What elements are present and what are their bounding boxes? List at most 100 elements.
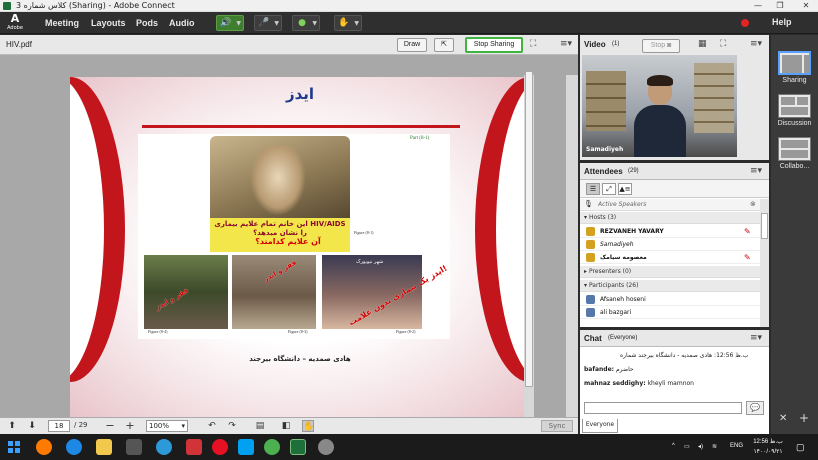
chevron-down-icon: ▼ [274, 20, 279, 27]
host-icon [586, 240, 595, 249]
participant-icon [586, 308, 595, 317]
send-message-button[interactable]: 💬 [746, 401, 764, 415]
settings-icon[interactable]: ✕ [779, 413, 787, 424]
page-number-input[interactable]: 18 [48, 420, 70, 432]
fullscreen-icon[interactable]: ⛶ [720, 39, 726, 49]
windows-start-icon[interactable] [8, 441, 20, 453]
expand-view-icon[interactable]: ⤢ [602, 183, 616, 195]
zoom-out-icon[interactable]: − [104, 420, 116, 432]
menu-meeting[interactable]: Meeting [45, 16, 79, 30]
layout-sharing-thumb[interactable] [778, 51, 811, 75]
volume-icon[interactable]: ◂) [698, 443, 703, 450]
attendee-name: Afsaneh hoseni [600, 296, 646, 303]
layout-collaboration-thumb[interactable] [778, 137, 811, 161]
layout-sharing-label[interactable]: Sharing [771, 77, 818, 84]
adobe-logo-text: Adobe [7, 25, 23, 31]
layout-collaboration-label[interactable]: Collabo... [771, 163, 818, 170]
tray-chevron-icon[interactable]: ^ [672, 443, 675, 449]
grid-icon[interactable]: ▦ [698, 39, 707, 49]
raise-hand-icon: ✋ [338, 18, 350, 28]
chevron-down-icon: ▾ [181, 422, 185, 430]
sync-button[interactable]: Sync [541, 420, 573, 432]
adobe-logo-mark: A [10, 12, 20, 25]
menu-layouts[interactable]: Layouts [91, 16, 126, 30]
outer-scrollbar[interactable] [566, 75, 578, 437]
share-pod: HIV.pdf Draw ⇱ Stop Sharing ⛶ ≡▾ ایدز ای… [0, 35, 578, 437]
chevron-down-icon: ▼ [312, 20, 317, 27]
maximize-button[interactable]: ❐ [772, 0, 788, 12]
hosts-section[interactable]: ▾ Hosts (3) [580, 212, 760, 224]
chevron-right-icon: ▸ [584, 268, 588, 275]
stop-video-button[interactable]: Stop ◙ [642, 39, 680, 53]
fullscreen-icon[interactable]: ⛶ [530, 39, 536, 49]
attendee-row[interactable]: معصومه سیامک ✎ [580, 251, 760, 264]
scroll-thumb[interactable] [525, 71, 533, 387]
file-explorer-icon[interactable] [96, 439, 112, 455]
wifi-icon[interactable]: ≋ [712, 443, 717, 450]
close-button[interactable]: ✕ [798, 0, 814, 12]
edge-icon[interactable] [156, 439, 172, 455]
arrow-up-icon[interactable]: ⬆ [6, 420, 18, 432]
attendee-row[interactable]: ali bazgari [580, 306, 760, 319]
menu-bar: A Adobe Meeting Layouts Pods Audio 🔊 ▼ 🎤 ▼… [0, 12, 818, 34]
layout-discussion-thumb[interactable] [778, 94, 811, 118]
settings-icon[interactable] [318, 439, 334, 455]
part-label: Part (8-1) [410, 136, 430, 141]
media-player-icon[interactable] [126, 439, 142, 455]
opera-icon[interactable] [212, 439, 228, 455]
minimize-button[interactable]: — [750, 0, 766, 12]
attendee-row[interactable]: REZVANEH YAVARY ✎ [580, 225, 760, 238]
attendee-row[interactable]: Afsaneh hoseni [580, 293, 760, 306]
chrome-icon[interactable] [264, 439, 280, 455]
status-view-icon[interactable]: ▲≡ [618, 183, 632, 195]
skype-icon[interactable] [238, 439, 254, 455]
camera-button[interactable]: ● ▼ [292, 15, 320, 31]
arrow-down-icon[interactable]: ⬇ [26, 420, 38, 432]
notifications-icon[interactable]: ▢ [796, 442, 805, 453]
pod-menu-icon[interactable]: ≡▾ [750, 166, 762, 176]
chat-tab-everyone[interactable]: Everyone [582, 419, 618, 433]
speaker-button[interactable]: 🔊 ▼ [216, 15, 244, 31]
adobe-connect-taskbar-icon[interactable] [290, 439, 306, 455]
menu-help[interactable]: Help [772, 17, 792, 27]
camera-icon: ◙ [667, 42, 672, 49]
undo-icon[interactable]: ↶ [206, 420, 218, 432]
hand-tool-icon[interactable]: ✋ [302, 420, 314, 432]
presenters-section[interactable]: ▸ Presenters (0) [580, 266, 760, 278]
photo-poverty-1: فقر و ایدز [144, 255, 228, 329]
tray-date[interactable]: ۱۴۰۰/۰۹/۲۱ [748, 448, 788, 455]
add-layout-icon[interactable]: + [799, 411, 809, 425]
list-view-icon[interactable]: ☰ [586, 183, 600, 195]
office-icon[interactable] [186, 439, 202, 455]
pod-menu-icon[interactable]: ≡▾ [560, 39, 572, 49]
attendees-scroll-thumb[interactable] [761, 213, 768, 239]
pod-menu-icon[interactable]: ≡▾ [750, 333, 762, 343]
stop-sharing-button[interactable]: Stop Sharing [465, 37, 523, 53]
chat-message: mahnaz seddighy: kheyli mamnon [584, 380, 694, 387]
layout-block [781, 107, 808, 115]
menu-pods[interactable]: Pods [136, 16, 158, 30]
attendees-pod: Attendees (29) ≡▾ ☰ ⤢ ▲≡ 🎙 Active Speake… [580, 163, 769, 327]
layout-discussion-label[interactable]: Discussion [771, 120, 818, 127]
pointer-button[interactable]: ⇱ [434, 38, 454, 52]
chat-input[interactable] [584, 402, 742, 414]
document-icon[interactable]: ▤ [254, 420, 266, 432]
zoom-in-icon[interactable]: + [124, 420, 136, 432]
attendee-row[interactable]: Samadiyeh [580, 238, 760, 251]
internet-explorer-icon[interactable] [66, 439, 82, 455]
firefox-icon[interactable] [36, 439, 52, 455]
layout-icon[interactable]: ◧ [280, 420, 292, 432]
menu-audio[interactable]: Audio [169, 16, 195, 30]
raise-hand-button[interactable]: ✋ ▼ [334, 15, 362, 31]
participants-section[interactable]: ▾ Participants (26) [580, 280, 760, 292]
draw-button[interactable]: Draw [397, 38, 427, 52]
participants-section-label: Participants (26) [588, 282, 639, 289]
microphone-button[interactable]: 🎤 ▼ [254, 15, 282, 31]
tray-language[interactable]: ENG [730, 443, 743, 449]
pod-menu-icon[interactable]: ≡▾ [750, 39, 762, 49]
close-icon[interactable]: ⊗ [750, 200, 756, 208]
zoom-select[interactable]: 100% ▾ [146, 420, 188, 432]
tray-time[interactable]: 12:56 ب.ظ [748, 438, 788, 445]
redo-icon[interactable]: ↷ [226, 420, 238, 432]
network-icon[interactable]: ▭ [684, 443, 690, 450]
